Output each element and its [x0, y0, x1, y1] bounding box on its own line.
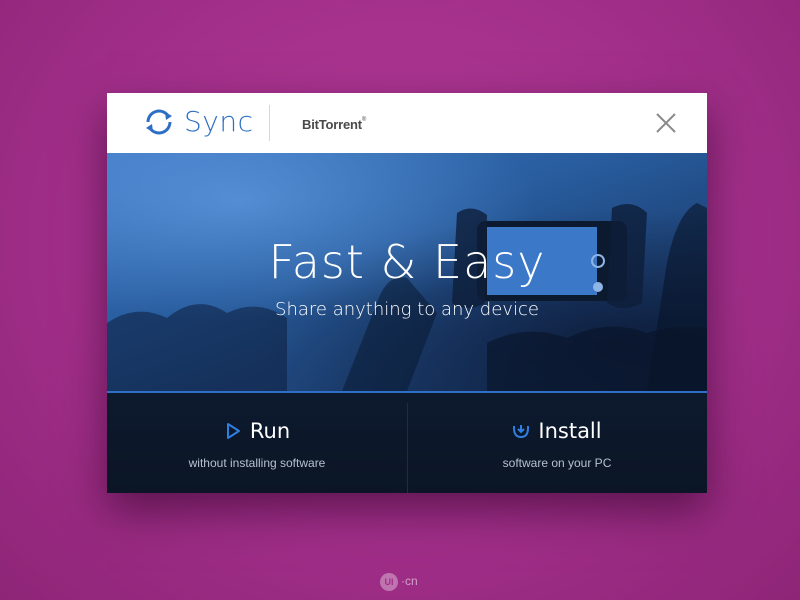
install-button[interactable]: Install software on your PC — [407, 393, 707, 493]
run-label: Run — [249, 419, 291, 443]
install-description: software on your PC — [502, 456, 612, 470]
install-label: Install — [538, 419, 602, 443]
hero-title: Fast & Easy — [268, 235, 546, 289]
install-icon — [513, 425, 530, 439]
title-divider — [269, 105, 270, 141]
watermark-badge: UI — [380, 573, 398, 591]
play-icon — [226, 423, 240, 439]
run-heading: Run — [107, 419, 407, 443]
sync-logo-icon — [146, 109, 172, 135]
hero-subtitle: Share anything to any device — [275, 299, 539, 320]
hero-banner: Fast & Easy Share anything to any device — [107, 153, 707, 391]
run-button[interactable]: Run without installing software — [107, 393, 407, 493]
brand-name: BitTorrent — [302, 117, 362, 132]
run-description: without installing software — [188, 456, 326, 470]
watermark: UI ·cn — [380, 573, 418, 591]
close-icon[interactable] — [652, 109, 680, 137]
brand-registered-mark: ® — [361, 117, 367, 123]
install-heading: Install — [407, 419, 707, 443]
action-panel: Run without installing software Install … — [107, 393, 707, 493]
sync-dialog: Sync BitTorrent® Fast & Easy Share anyth… — [107, 93, 707, 493]
app-name: Sync — [184, 105, 254, 138]
watermark-text: ·cn — [401, 574, 418, 589]
title-bar: Sync BitTorrent® — [107, 93, 707, 153]
brand-logo: BitTorrent® — [302, 117, 366, 132]
